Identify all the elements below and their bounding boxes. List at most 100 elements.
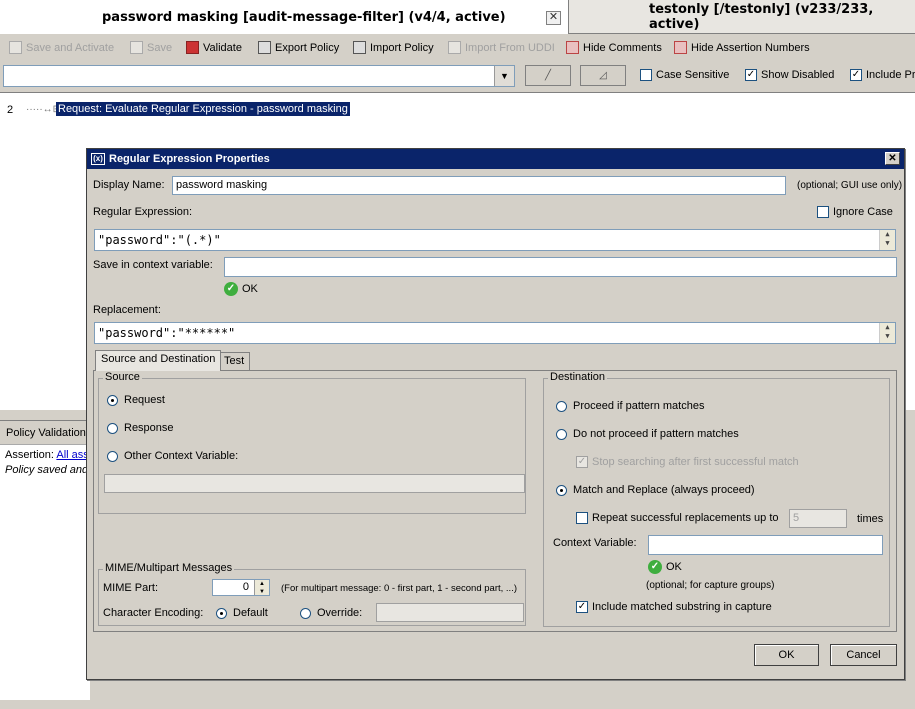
destination-title: Destination bbox=[548, 371, 608, 383]
radio-dot bbox=[107, 450, 118, 462]
include-checkbox[interactable]: ✓ Include Pr bbox=[850, 69, 915, 81]
numbers-icon bbox=[674, 41, 687, 54]
display-name-input[interactable]: password masking bbox=[172, 176, 786, 195]
comment-icon bbox=[566, 41, 579, 54]
ignore-case-checkbox[interactable]: Ignore Case bbox=[817, 206, 893, 218]
proceed-if-match-radio[interactable]: Proceed if pattern matches bbox=[556, 400, 704, 412]
check-icon: ✓ bbox=[224, 282, 238, 296]
hide-comments-button[interactable]: Hide Comments bbox=[566, 41, 662, 54]
dialog-titlebar[interactable]: (x) Regular Expression Properties ✕ bbox=[87, 149, 904, 169]
checkbox-box: ✓ bbox=[576, 601, 588, 613]
tab-label: testonly [/testonly] (v233/233, active) bbox=[649, 1, 874, 32]
close-tab-icon[interactable]: ✕ bbox=[546, 11, 561, 25]
source-request-radio[interactable]: Request bbox=[107, 394, 165, 406]
tab-test[interactable]: Test bbox=[218, 352, 251, 371]
hide-assertion-numbers-button[interactable]: Hide Assertion Numbers bbox=[674, 41, 810, 54]
context-variable-label: Save in context variable: bbox=[93, 259, 213, 271]
source-destination-panel: Source Request Response Other Context Va… bbox=[93, 370, 897, 632]
show-disabled-checkbox[interactable]: ✓ Show Disabled bbox=[745, 69, 834, 81]
validation-assertion-line: Assertion: All ass bbox=[5, 449, 89, 461]
close-icon[interactable]: ✕ bbox=[885, 152, 900, 165]
dialog-title: Regular Expression Properties bbox=[109, 153, 270, 165]
policy-toolbar: Save and Activate Save Validate Export P… bbox=[0, 36, 915, 62]
checkbox-box: ✓ bbox=[745, 69, 757, 81]
checkbox-box: ✓ bbox=[850, 69, 862, 81]
regex-input[interactable]: "password":"(.*)" ▲ ▼ bbox=[94, 229, 896, 251]
regex-properties-dialog: (x) Regular Expression Properties ✕ Disp… bbox=[86, 148, 905, 680]
destination-context-variable-input[interactable] bbox=[648, 535, 883, 555]
line-number: 2 bbox=[7, 104, 14, 116]
export-policy-button[interactable]: Export Policy bbox=[258, 41, 339, 54]
repeat-count-input[interactable]: 5 bbox=[789, 509, 847, 528]
uddi-icon bbox=[448, 41, 461, 54]
scrollbar[interactable]: ▲ ▼ bbox=[879, 323, 895, 343]
export-icon bbox=[258, 41, 271, 54]
repeat-replacements-checkbox[interactable]: Repeat successful replacements up to bbox=[576, 512, 779, 524]
stop-searching-checkbox[interactable]: ✓ Stop searching after first successful m… bbox=[576, 456, 799, 468]
tab-label: password masking [audit-message-filter] … bbox=[102, 9, 506, 25]
radio-dot bbox=[107, 422, 118, 434]
save-button[interactable]: Save bbox=[130, 41, 172, 54]
other-context-variable-input[interactable] bbox=[104, 474, 525, 493]
all-assertions-link[interactable]: All ass bbox=[56, 449, 88, 461]
checkbox-box: ✓ bbox=[576, 456, 588, 468]
context-variable-status: ✓ OK bbox=[224, 282, 258, 296]
case-sensitive-checkbox[interactable]: Case Sensitive bbox=[640, 69, 729, 81]
cancel-button[interactable]: Cancel bbox=[830, 644, 897, 666]
destination-context-status: ✓ OK bbox=[648, 560, 682, 574]
validation-header: Policy Validation bbox=[0, 421, 90, 445]
checkbox-box bbox=[576, 512, 588, 524]
radio-dot bbox=[216, 607, 227, 619]
import-policy-button[interactable]: Import Policy bbox=[353, 41, 434, 54]
checkbox-box bbox=[640, 69, 652, 81]
regex-label: Regular Expression: bbox=[93, 206, 193, 218]
mime-group: MIME/Multipart Messages MIME Part: 0 ▲ ▼ … bbox=[98, 562, 526, 626]
search-next-button[interactable]: ╱ bbox=[525, 65, 571, 86]
search-combo[interactable]: ▼ bbox=[3, 65, 515, 87]
replacement-value: "password":"******" bbox=[98, 326, 236, 340]
replacement-label: Replacement: bbox=[93, 304, 161, 316]
policy-validation-panel: Policy Validation Assertion: All ass Pol… bbox=[0, 420, 90, 700]
selected-assertion[interactable]: Request: Evaluate Regular Expression - p… bbox=[56, 102, 350, 116]
display-name-label: Display Name: bbox=[93, 179, 165, 191]
save-icon bbox=[9, 41, 22, 54]
radio-dot bbox=[556, 400, 567, 412]
regex-value: "password":"(.*)" bbox=[98, 233, 221, 247]
regex-icon: (x) bbox=[91, 153, 105, 165]
not-proceed-if-match-radio[interactable]: Do not proceed if pattern matches bbox=[556, 428, 739, 440]
mime-title: MIME/Multipart Messages bbox=[103, 562, 235, 574]
mime-part-value: 0 bbox=[242, 581, 249, 593]
override-encoding-input[interactable] bbox=[376, 603, 524, 622]
search-prev-button[interactable]: ◿ bbox=[580, 65, 626, 86]
source-group: Source Request Response Other Context Va… bbox=[98, 371, 526, 514]
radio-dot bbox=[556, 428, 567, 440]
radio-dot bbox=[556, 484, 567, 496]
source-other-radio[interactable]: Other Context Variable: bbox=[107, 450, 238, 462]
ok-button[interactable]: OK bbox=[754, 644, 819, 666]
scrollbar[interactable]: ▲ ▼ bbox=[879, 230, 895, 250]
times-label: times bbox=[857, 513, 884, 525]
save-icon bbox=[130, 41, 143, 54]
spinner-arrows-icon[interactable]: ▲ ▼ bbox=[254, 580, 269, 595]
source-response-radio[interactable]: Response bbox=[107, 422, 174, 434]
import-uddi-button[interactable]: Import From UDDI bbox=[448, 41, 555, 54]
import-icon bbox=[353, 41, 366, 54]
validation-status: Policy saved and bbox=[5, 464, 89, 476]
checkbox-box bbox=[817, 206, 829, 218]
mime-part-spinner[interactable]: 0 ▲ ▼ bbox=[212, 579, 270, 596]
mime-part-hint: (For multipart message: 0 - first part, … bbox=[281, 583, 517, 594]
encoding-override-radio[interactable]: Override: bbox=[300, 607, 362, 619]
encoding-default-radio[interactable]: Default bbox=[216, 607, 268, 619]
chevron-down-icon[interactable]: ▼ bbox=[494, 66, 514, 86]
mime-part-label: MIME Part: bbox=[103, 582, 159, 594]
replacement-input[interactable]: "password":"******" ▲ ▼ bbox=[94, 322, 896, 344]
save-activate-button[interactable]: Save and Activate bbox=[9, 41, 114, 54]
tab-source-destination[interactable]: Source and Destination bbox=[95, 350, 222, 371]
tab-password-masking[interactable]: password masking [audit-message-filter] … bbox=[0, 0, 569, 34]
tab-testonly[interactable]: testonly [/testonly] (v233/233, active) bbox=[569, 0, 915, 34]
context-variable-input[interactable] bbox=[224, 257, 897, 277]
radio-dot bbox=[107, 394, 118, 406]
match-replace-radio[interactable]: Match and Replace (always proceed) bbox=[556, 484, 755, 496]
validate-button[interactable]: Validate bbox=[186, 41, 242, 54]
include-substring-checkbox[interactable]: ✓ Include matched substring in capture bbox=[576, 601, 772, 613]
